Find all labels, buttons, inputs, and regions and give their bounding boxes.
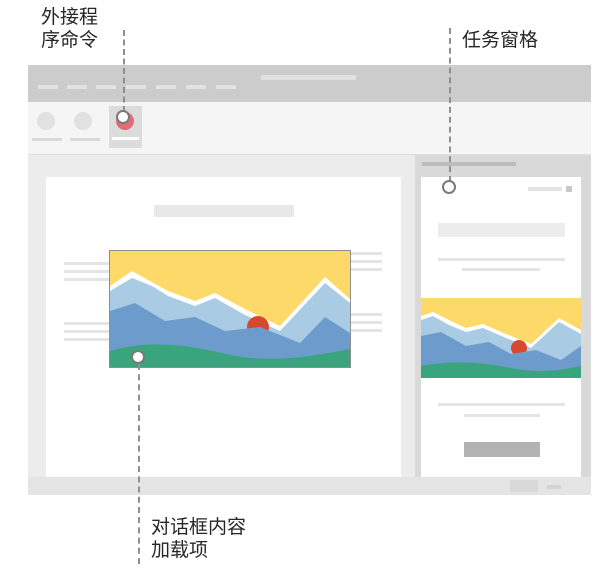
text-line (346, 329, 382, 332)
text-line (346, 268, 382, 271)
title-bar-control[interactable] (126, 85, 146, 89)
addin-command-label (112, 137, 139, 140)
title-bar-control[interactable] (38, 85, 58, 89)
page-title-placeholder (154, 205, 294, 217)
text-line (64, 278, 114, 281)
ribbon-command-icon[interactable] (74, 112, 92, 130)
dialog-content-leader (138, 364, 140, 564)
task-pane-input-placeholder[interactable] (438, 223, 565, 237)
dialog-content-marker (131, 350, 145, 364)
zoom-control[interactable] (547, 485, 561, 489)
task-pane-title-placeholder (528, 187, 562, 191)
dialog-content-label: 对话框内容 加载项 (151, 516, 247, 561)
status-bar (28, 477, 591, 495)
text-line (346, 321, 382, 324)
ribbon-command-icon[interactable] (37, 112, 55, 130)
close-icon[interactable] (566, 186, 572, 192)
office-window (28, 65, 591, 495)
view-mode-button[interactable] (510, 480, 538, 492)
text-line (64, 338, 114, 341)
addin-commands-leader (123, 30, 125, 112)
task-pane-marker (442, 180, 456, 194)
landscape-icon (421, 298, 581, 378)
title-bar-control[interactable] (67, 85, 87, 89)
dialog-addin-image (109, 250, 351, 368)
text-line (438, 403, 565, 406)
ribbon-command-label (70, 138, 100, 141)
text-line (438, 258, 565, 261)
text-line (64, 262, 114, 265)
title-bar (28, 65, 591, 102)
text-line (464, 414, 540, 417)
text-line (346, 252, 382, 255)
title-bar-control[interactable] (96, 85, 116, 89)
text-line (346, 260, 382, 263)
text-line (462, 268, 540, 271)
addin-commands-label: 外接程 序命令 (41, 6, 99, 51)
title-bar-control[interactable] (156, 85, 176, 89)
text-line (64, 330, 114, 333)
ribbon-command-label (32, 138, 62, 141)
task-pane-label: 任务窗格 (462, 29, 539, 51)
task-pane-button[interactable] (464, 442, 540, 457)
task-pane-image (421, 298, 581, 378)
task-pane-leader (449, 28, 451, 182)
addin-commands-marker (116, 110, 130, 124)
title-bar-control[interactable] (186, 85, 206, 89)
window-title-placeholder (261, 75, 356, 80)
task-pane-header (422, 162, 516, 166)
landscape-icon (110, 251, 350, 367)
title-bar-control[interactable] (216, 85, 236, 89)
text-line (64, 270, 114, 273)
text-line (64, 322, 114, 325)
text-line (346, 313, 382, 316)
